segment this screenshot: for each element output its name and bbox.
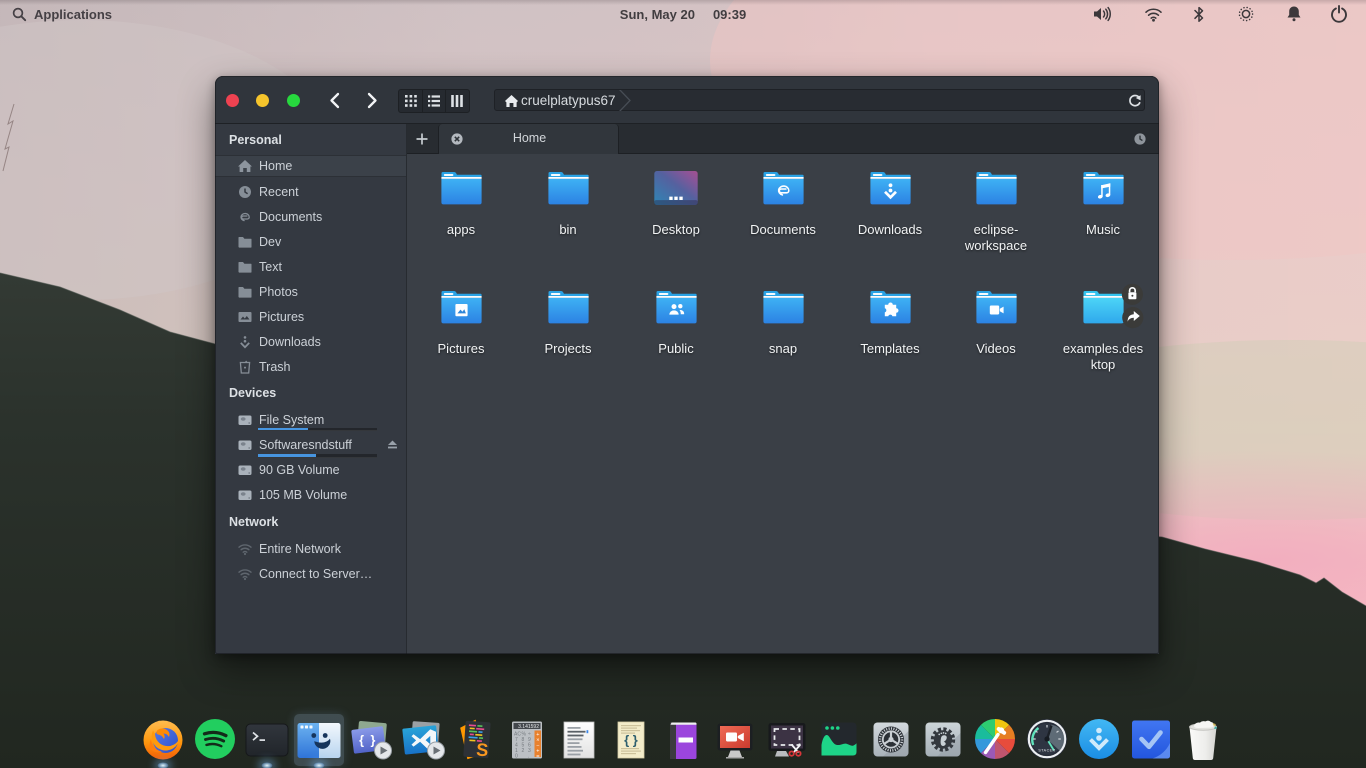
svg-text:{ }: { }: [624, 733, 638, 748]
svg-text:=: =: [536, 754, 539, 760]
svg-text:3.141592: 3.141592: [518, 724, 539, 730]
svg-text:{ }: { }: [359, 734, 377, 748]
svg-text:STACER: STACER: [1038, 749, 1055, 753]
svg-text:2: 2: [522, 748, 525, 754]
svg-text:0: 0: [515, 754, 518, 760]
svg-text:S: S: [476, 739, 489, 760]
svg-text:.: .: [528, 754, 529, 760]
